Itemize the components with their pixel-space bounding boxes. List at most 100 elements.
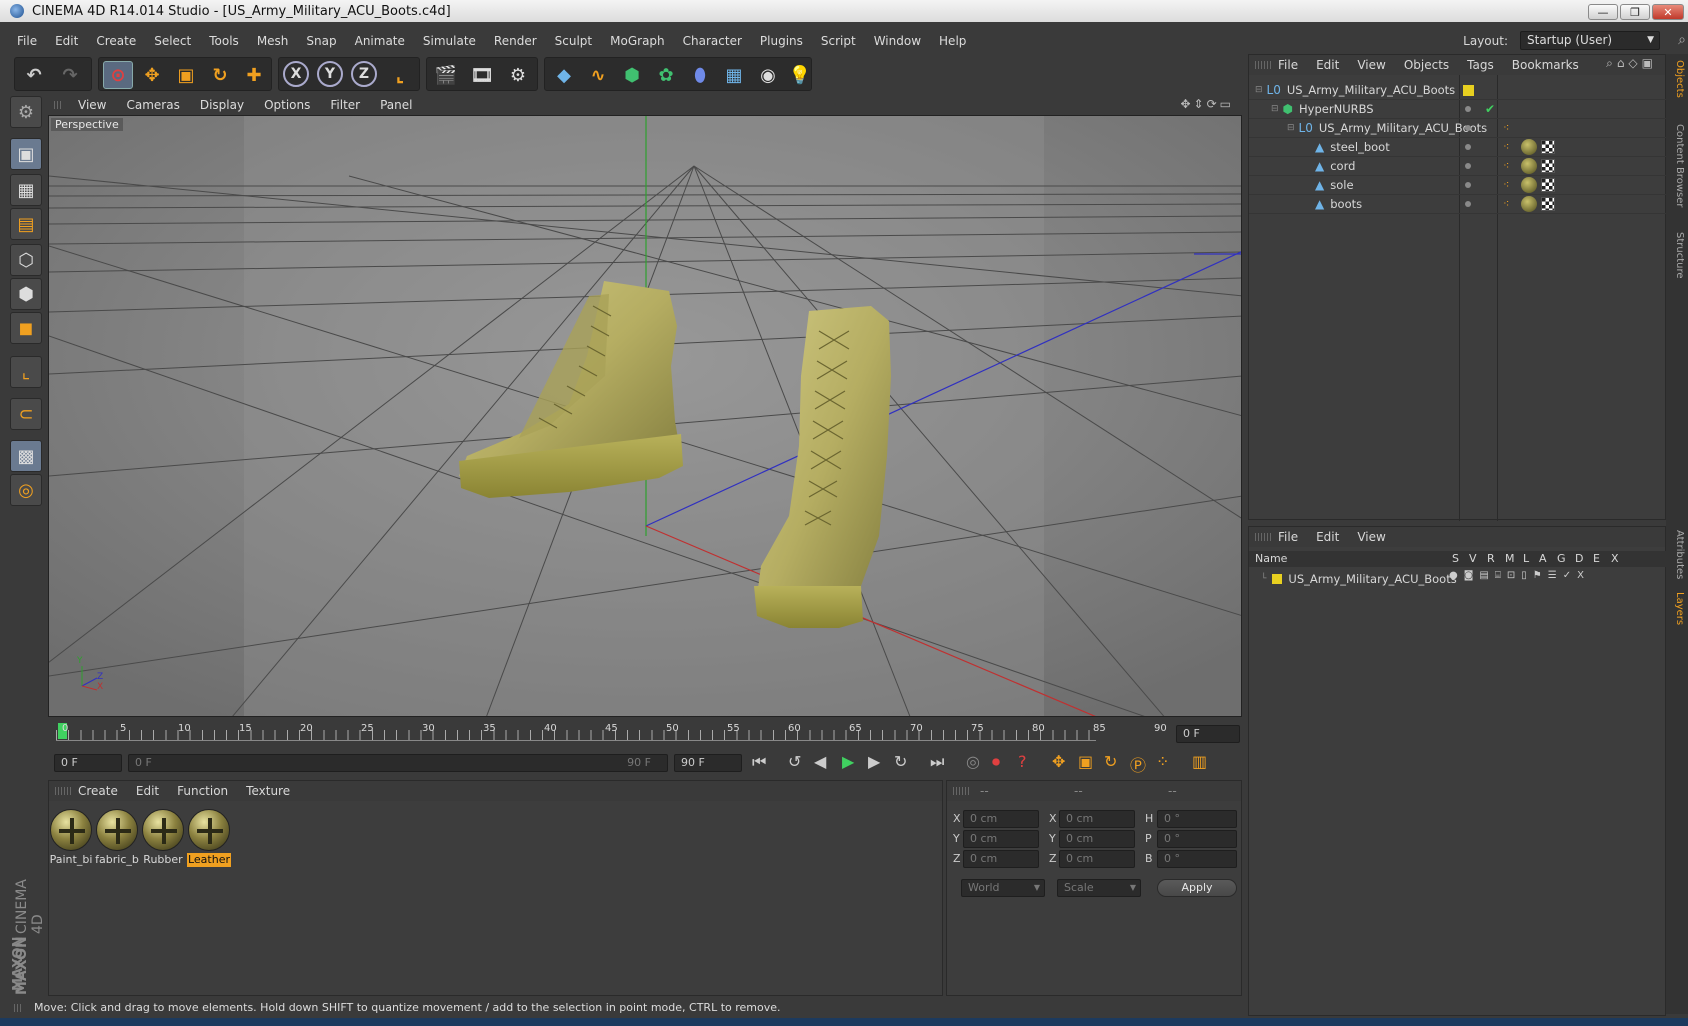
layer-col-expressions[interactable]: E <box>1593 552 1600 565</box>
menu-animate[interactable]: Animate <box>346 28 414 54</box>
viewport-menu-view[interactable]: View <box>68 98 116 112</box>
viewport-menu-panel[interactable]: Panel <box>370 98 422 112</box>
menu-mograph[interactable]: MoGraph <box>601 28 674 54</box>
menu-snap[interactable]: Snap <box>297 28 345 54</box>
object-row[interactable]: ⊟ ⬢ HyperNURBS ✔ <box>1249 100 1667 119</box>
apply-button[interactable]: Apply <box>1157 879 1237 897</box>
phong-tag-icon[interactable]: ⁖ <box>1503 140 1509 153</box>
viewport-menu-filter[interactable]: Filter <box>320 98 370 112</box>
coord-pos-x-field[interactable]: 0 cm <box>963 810 1039 828</box>
layer-col-animation[interactable]: A <box>1539 552 1547 565</box>
phong-tag-icon[interactable]: ⁖ <box>1503 197 1509 210</box>
material-menu-create[interactable]: Create <box>69 784 127 798</box>
coord-size-z-field[interactable]: 0 cm <box>1059 850 1135 868</box>
polygons-mode-icon[interactable]: ◼ <box>10 312 42 344</box>
layer-col-xref[interactable]: X <box>1611 552 1619 565</box>
deformer-icon[interactable]: ⬮ <box>685 61 715 89</box>
object-row[interactable]: ⊟ L0 US_Army_Military_ACU_Boots <box>1249 119 1667 138</box>
layer-col-deformers[interactable]: D <box>1575 552 1583 565</box>
tab-content-browser[interactable]: Content Browser <box>1669 124 1685 207</box>
soft-selection-icon[interactable]: ◎ <box>10 474 42 506</box>
redo-icon[interactable]: ↷ <box>55 61 85 89</box>
layer-col-locked[interactable]: L <box>1523 552 1529 565</box>
workplane-lock-icon[interactable]: ▩ <box>10 440 42 472</box>
menu-file[interactable]: File <box>8 28 46 54</box>
move-icon[interactable]: ✥ <box>137 61 167 89</box>
close-button[interactable]: ✕ <box>1652 4 1684 20</box>
light-icon[interactable]: 💡 <box>785 61 815 89</box>
rotate-icon[interactable]: ↻ <box>205 61 235 89</box>
autokey-icon[interactable]: ⏺ <box>992 752 1000 772</box>
object-row[interactable]: ▲ sole <box>1249 176 1667 195</box>
tab-attributes[interactable]: Attributes <box>1669 530 1685 579</box>
record-keys-icon[interactable]: ◎ <box>966 752 980 771</box>
key-parameter-icon[interactable]: Ⓟ <box>1130 752 1146 776</box>
material-swatch[interactable]: Paint_bi <box>49 809 93 867</box>
undo-icon[interactable]: ↶ <box>19 61 49 89</box>
layer-menu-file[interactable]: File <box>1269 530 1307 544</box>
cube-icon[interactable]: ◆ <box>549 61 579 89</box>
camera-icon[interactable]: ◉ <box>753 61 783 89</box>
go-to-start-icon[interactable]: ⏮ <box>752 752 766 772</box>
texture-mode-icon[interactable]: ▦ <box>10 174 42 206</box>
material-menu-edit[interactable]: Edit <box>127 784 168 798</box>
menu-select[interactable]: Select <box>145 28 200 54</box>
spline-icon[interactable]: ∿ <box>583 61 613 89</box>
search-icon[interactable]: ⌕ <box>1678 32 1686 48</box>
model-mode-icon[interactable]: ▣ <box>10 138 42 170</box>
edges-mode-icon[interactable]: ⬢ <box>10 278 42 310</box>
uvw-tag-icon[interactable] <box>1541 159 1555 173</box>
menu-character[interactable]: Character <box>674 28 751 54</box>
material-tag-icon[interactable] <box>1521 158 1537 174</box>
collapse-icon[interactable]: ⊟ <box>1271 104 1279 114</box>
size-mode-select[interactable]: Scale ▼ <box>1057 879 1141 897</box>
layout-select[interactable]: Startup (User) ▼ <box>1520 31 1660 50</box>
current-frame-field[interactable]: 0 F <box>1176 725 1240 743</box>
render-settings-icon[interactable]: ⚙ <box>503 61 533 89</box>
uvw-tag-icon[interactable] <box>1541 197 1555 211</box>
menu-mesh[interactable]: Mesh <box>248 28 298 54</box>
coord-pos-z-field[interactable]: 0 cm <box>963 850 1039 868</box>
render-view-icon[interactable]: 🎬 <box>431 61 461 89</box>
viewport-navigation-icons[interactable]: ✥⇕⟳▭ <box>1180 97 1234 111</box>
mograph-icon[interactable]: ✿ <box>651 61 681 89</box>
coord-rot-h-field[interactable]: 0 ° <box>1157 810 1237 828</box>
z-axis-lock-button[interactable]: Z <box>351 61 377 87</box>
object-menu-bookmarks[interactable]: Bookmarks <box>1503 58 1588 72</box>
previous-key-icon[interactable]: ↺ <box>788 752 801 771</box>
points-mode-icon[interactable]: ⬡ <box>10 244 42 276</box>
material-menu-texture[interactable]: Texture <box>237 784 299 798</box>
layer-menu-edit[interactable]: Edit <box>1307 530 1348 544</box>
layer-color-swatch[interactable] <box>1272 573 1283 584</box>
add-icon[interactable]: ✚ <box>239 61 269 89</box>
tab-objects[interactable]: Objects <box>1669 60 1685 98</box>
layer-col-view[interactable]: V <box>1469 552 1477 565</box>
menu-help[interactable]: Help <box>930 28 975 54</box>
object-row[interactable]: ▲ steel_boot <box>1249 138 1667 157</box>
snap-magnet-icon[interactable]: ⊂ <box>10 398 42 430</box>
layer-col-render[interactable]: R <box>1487 552 1495 565</box>
layer-col-name[interactable]: Name <box>1255 552 1287 565</box>
menu-script[interactable]: Script <box>812 28 865 54</box>
menu-window[interactable]: Window <box>865 28 930 54</box>
timeline-window-icon[interactable]: ▥ <box>1192 752 1207 771</box>
coord-rot-b-field[interactable]: 0 ° <box>1157 850 1237 868</box>
menu-simulate[interactable]: Simulate <box>414 28 485 54</box>
tab-layers[interactable]: Layers <box>1669 592 1685 625</box>
material-swatch-selected[interactable]: Leather <box>187 809 231 867</box>
end-frame-field[interactable]: 90 F <box>674 754 742 772</box>
nurbs-icon[interactable]: ⬢ <box>617 61 647 89</box>
menu-sculpt[interactable]: Sculpt <box>546 28 601 54</box>
uvw-tag-icon[interactable] <box>1541 140 1555 154</box>
phong-tag-icon[interactable]: ⁖ <box>1503 159 1509 172</box>
collapse-icon[interactable]: ⊟ <box>1255 85 1263 95</box>
menu-edit[interactable]: Edit <box>46 28 87 54</box>
x-axis-lock-button[interactable]: X <box>283 61 309 87</box>
object-menu-edit[interactable]: Edit <box>1307 58 1348 72</box>
restore-button[interactable]: ❐ <box>1620 4 1650 20</box>
material-swatch[interactable]: fabric_b <box>95 809 139 867</box>
layer-color-swatch[interactable] <box>1463 85 1474 96</box>
menu-render[interactable]: Render <box>485 28 546 54</box>
coord-pos-y-field[interactable]: 0 cm <box>963 830 1039 848</box>
object-row[interactable]: ▲ cord <box>1249 157 1667 176</box>
